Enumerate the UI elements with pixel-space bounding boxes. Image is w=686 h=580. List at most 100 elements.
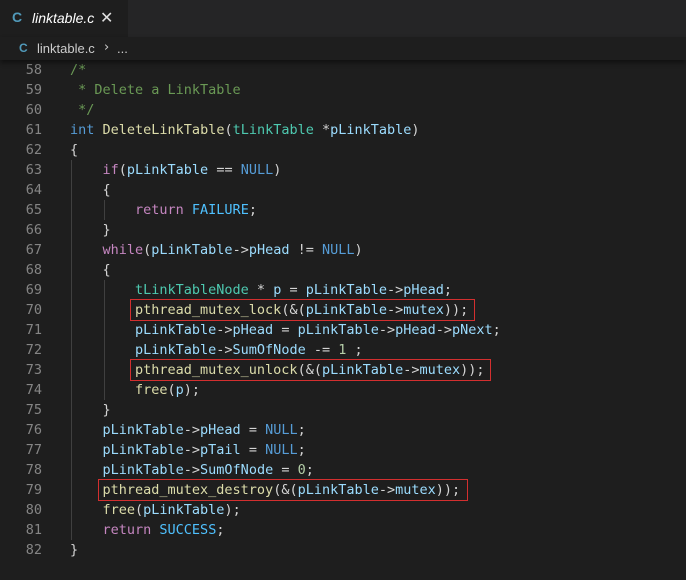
line-number: 65 bbox=[25, 202, 42, 218]
code-token: ; bbox=[346, 342, 363, 358]
code-token: ( bbox=[167, 382, 176, 398]
line-number: 81 bbox=[25, 522, 42, 538]
code-line[interactable]: 75} bbox=[0, 400, 686, 420]
code-token: { bbox=[102, 262, 111, 278]
code-text: tLinkTableNode * p = pLinkTable->pHead; bbox=[135, 280, 452, 300]
indent-guide bbox=[71, 160, 72, 540]
code-line[interactable]: 58 /* bbox=[0, 60, 686, 80]
code-text: pLinkTable->pHead = pLinkTable->pHead->p… bbox=[135, 320, 501, 340]
code-token: ; bbox=[297, 422, 306, 438]
line-number: 62 bbox=[25, 142, 42, 158]
code-text: pLinkTable->SumOfNode = 0; bbox=[103, 460, 314, 480]
code-line[interactable]: 66} bbox=[0, 220, 686, 240]
line-number: 58 bbox=[25, 62, 42, 78]
code-token: ; bbox=[216, 522, 225, 538]
code-text: /* bbox=[70, 60, 86, 80]
code-token: tLinkTableNode bbox=[135, 282, 249, 298]
code-line[interactable]: 72 pLinkTable->SumOfNode -= 1 ; bbox=[0, 340, 686, 360]
code-token: pLinkTable bbox=[305, 282, 387, 298]
code-text: pLinkTable->pTail = NULL; bbox=[103, 440, 306, 460]
code-line[interactable]: 68 { bbox=[0, 260, 686, 280]
code-text: return SUCCESS; bbox=[103, 520, 225, 540]
code-token: * bbox=[313, 122, 331, 138]
code-token: pLinkTable bbox=[143, 502, 225, 518]
code-token: = bbox=[273, 322, 298, 338]
code-line[interactable]: 82} bbox=[0, 540, 686, 560]
code-line[interactable]: 59 * Delete a LinkTable bbox=[0, 80, 686, 100]
line-number: 60 bbox=[25, 102, 42, 118]
code-token: ; bbox=[248, 202, 257, 218]
code-token: p bbox=[175, 382, 184, 398]
code-token: = bbox=[273, 462, 298, 478]
tab-title[interactable]: linktable.c bbox=[32, 10, 94, 26]
code-line[interactable]: 78 pLinkTable->SumOfNode = 0; bbox=[0, 460, 686, 480]
c-file-icon: C bbox=[12, 9, 23, 25]
code-line[interactable]: 61 int DeleteLinkTable(tLinkTable *pLinkT… bbox=[0, 120, 686, 140]
code-line[interactable]: 76 pLinkTable->pHead = NULL; bbox=[0, 420, 686, 440]
code-text: int DeleteLinkTable(tLinkTable *pLinkTab… bbox=[70, 120, 420, 140]
indent-guide bbox=[104, 280, 105, 400]
code-text: free(pLinkTable); bbox=[103, 500, 241, 520]
code-token: pHead bbox=[403, 282, 444, 298]
line-number: 64 bbox=[25, 182, 42, 198]
tab-linktable-c[interactable]: C linktable.c ✕ bbox=[0, 0, 128, 37]
highlight-box bbox=[130, 359, 491, 381]
code-line[interactable]: 71 pLinkTable->pHead = pLinkTable->pHead-… bbox=[0, 320, 686, 340]
breadcrumb-c-file-icon: C bbox=[19, 41, 28, 55]
code-token: = bbox=[240, 422, 266, 438]
code-line[interactable]: 60 */ bbox=[0, 100, 686, 120]
line-number: 67 bbox=[25, 242, 42, 258]
code-token: pLinkTable bbox=[102, 422, 184, 438]
code-line[interactable]: 62 { bbox=[0, 140, 686, 160]
code-text: while(pLinkTable->pHead != NULL) bbox=[103, 240, 363, 260]
code-line[interactable]: 74 free(p); bbox=[0, 380, 686, 400]
code-line[interactable]: 77 pLinkTable->pTail = NULL; bbox=[0, 440, 686, 460]
line-number: 63 bbox=[25, 162, 42, 178]
code-token: ) bbox=[411, 122, 420, 138]
code-line[interactable]: 65 return FAILURE; bbox=[0, 200, 686, 220]
code-token: ( bbox=[135, 502, 144, 518]
code-editor[interactable]: 5758/*59 * Delete a LinkTable60 */61int … bbox=[0, 47, 686, 580]
code-line[interactable]: 69 tLinkTableNode * p = pLinkTable->pHead… bbox=[0, 280, 686, 300]
code-line[interactable]: 67 while(pLinkTable->pHead != NULL) bbox=[0, 240, 686, 260]
code-token: -> bbox=[378, 322, 396, 338]
code-line[interactable]: 63 if(pLinkTable == NULL) bbox=[0, 160, 686, 180]
line-number: 75 bbox=[25, 402, 42, 418]
line-number: 77 bbox=[25, 442, 42, 458]
line-number: 72 bbox=[25, 342, 42, 358]
code-token: int bbox=[70, 122, 95, 138]
code-token: SUCCESS bbox=[159, 522, 217, 538]
code-token: != bbox=[289, 242, 322, 258]
code-token: pLinkTable bbox=[126, 162, 209, 178]
breadcrumb-symbols[interactable]: ... bbox=[117, 41, 128, 56]
line-number: 69 bbox=[25, 282, 42, 298]
line-number: 71 bbox=[25, 322, 42, 338]
code-text: { bbox=[70, 140, 78, 160]
code-text: free(p); bbox=[135, 380, 200, 400]
line-number: 68 bbox=[25, 262, 42, 278]
highlight-box bbox=[130, 299, 475, 321]
code-token: ; bbox=[443, 282, 453, 298]
code-text: pLinkTable->pHead = NULL; bbox=[103, 420, 306, 440]
code-line[interactable]: 64 { bbox=[0, 180, 686, 200]
code-token: == bbox=[208, 162, 241, 178]
code-token: } bbox=[70, 542, 79, 558]
code-token: pLinkTable bbox=[135, 322, 217, 338]
breadcrumb-file[interactable]: linktable.c bbox=[37, 41, 95, 56]
line-number: 79 bbox=[25, 482, 42, 498]
code-token: if bbox=[102, 162, 119, 178]
close-icon[interactable]: ✕ bbox=[100, 8, 113, 27]
code-text: * Delete a LinkTable bbox=[70, 80, 241, 100]
code-token: pNext bbox=[452, 322, 493, 338]
code-token: -> bbox=[183, 462, 201, 478]
chevron-right-icon: › bbox=[104, 40, 110, 55]
code-text: return FAILURE; bbox=[135, 200, 257, 220]
code-token: pLinkTable bbox=[135, 342, 217, 358]
code-line[interactable]: 81 return SUCCESS; bbox=[0, 520, 686, 540]
code-token: NULL bbox=[265, 442, 298, 458]
code-token: NULL bbox=[240, 162, 274, 178]
code-line[interactable]: 80 free(pLinkTable); bbox=[0, 500, 686, 520]
code-text: { bbox=[103, 260, 111, 280]
code-token: pLinkTable bbox=[297, 322, 379, 338]
